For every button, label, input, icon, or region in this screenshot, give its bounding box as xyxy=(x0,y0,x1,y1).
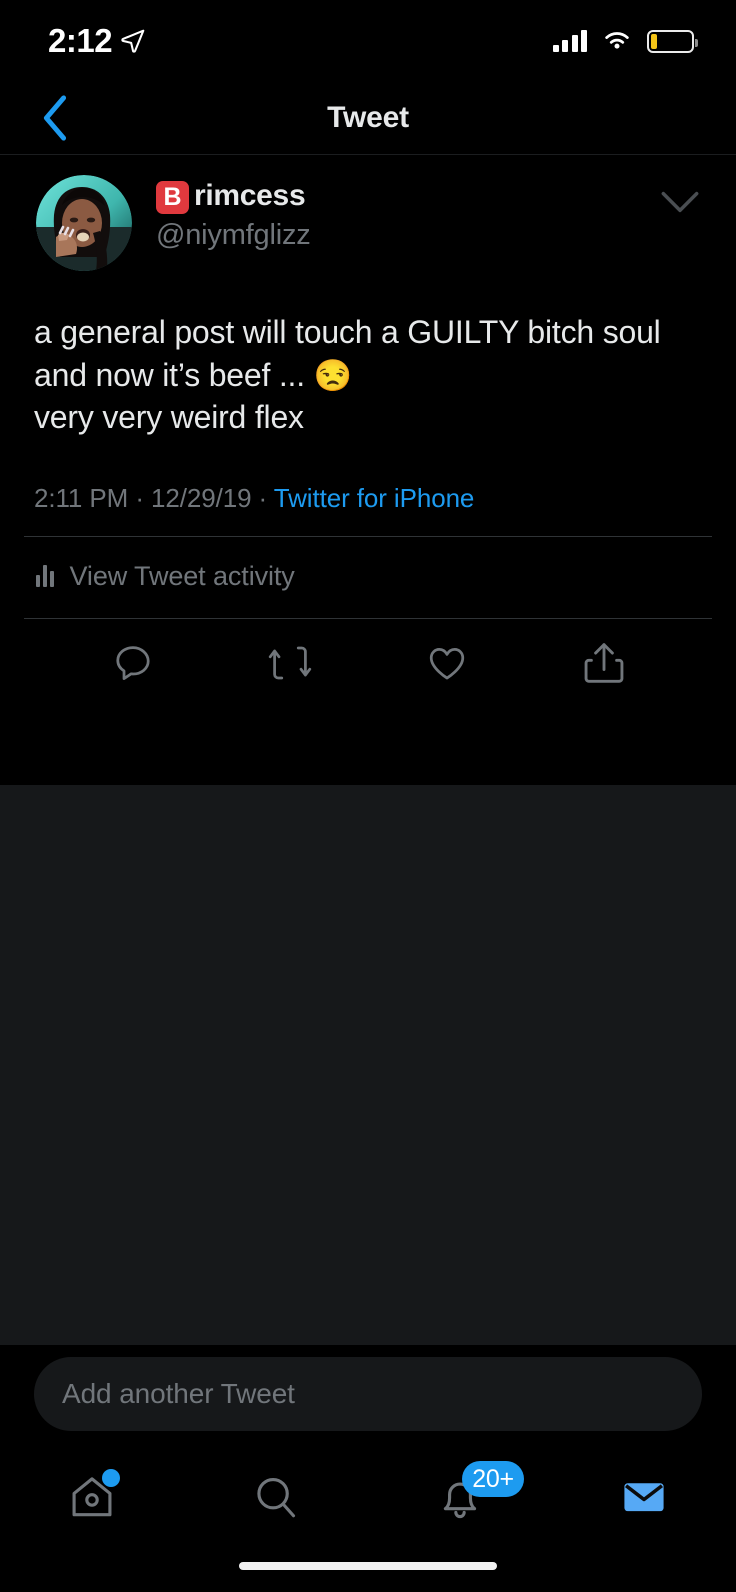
avatar-photo xyxy=(36,175,132,271)
notifications-count-badge: 20+ xyxy=(462,1461,524,1497)
status-bar-right xyxy=(552,29,698,53)
tweet-metadata: 2:11 PM · 12/29/19 · Twitter for iPhone xyxy=(0,439,736,536)
reply-button[interactable] xyxy=(54,635,211,691)
tweet-detail-card: B rimcess @niymfglizz a general post wil… xyxy=(0,155,736,713)
view-tweet-activity-label: View Tweet activity xyxy=(69,560,295,591)
avatar[interactable] xyxy=(36,175,132,271)
chevron-left-icon xyxy=(43,95,67,141)
tweet-action-bar xyxy=(0,619,736,713)
status-bar: 2:12 xyxy=(0,0,736,82)
compose-placeholder: Add another Tweet xyxy=(62,1378,295,1409)
bottom-tab-bar: 20+ xyxy=(0,1443,736,1551)
retweet-button[interactable] xyxy=(211,635,368,691)
display-name-row[interactable]: B rimcess xyxy=(156,179,660,214)
navigation-bar: Tweet xyxy=(0,82,736,154)
share-button[interactable] xyxy=(525,635,682,691)
cellular-signal-icon xyxy=(552,30,587,52)
share-icon xyxy=(584,642,623,683)
wifi-icon xyxy=(605,32,629,49)
page-title: Tweet xyxy=(327,101,409,134)
author-identity: B rimcess @niymfglizz xyxy=(156,175,660,252)
display-name: rimcess xyxy=(194,179,306,212)
add-another-tweet-input[interactable]: Add another Tweet xyxy=(34,1357,702,1431)
unamused-face-emoji: 😒 xyxy=(313,357,353,393)
retweet-icon xyxy=(268,646,311,680)
like-icon xyxy=(429,647,464,680)
tab-search[interactable] xyxy=(184,1457,368,1537)
meta-separator-1: · xyxy=(128,482,152,513)
home-unread-dot-badge xyxy=(102,1469,120,1487)
tab-home[interactable] xyxy=(0,1457,184,1537)
empty-replies-area xyxy=(0,785,736,1345)
b-button-emoji: B xyxy=(156,180,189,214)
tweet-source-link[interactable]: Twitter for iPhone xyxy=(274,483,475,513)
tweet-time: 2:11 PM xyxy=(34,482,129,513)
meta-separator-2: · xyxy=(251,482,274,513)
tweet-body: a general post will touch a GUILTY bitch… xyxy=(0,271,736,439)
tweet-detail-screen: 2:12 Tweet B rimcess @niymfglizz a gener… xyxy=(0,0,736,1592)
user-handle[interactable]: @niymfglizz xyxy=(156,219,660,252)
compose-bar: Add another Tweet xyxy=(0,1345,736,1443)
location-arrow-icon xyxy=(121,29,145,53)
back-button[interactable] xyxy=(26,89,84,147)
chevron-down-icon xyxy=(661,191,699,213)
tweet-date: 12/29/19 xyxy=(151,482,252,513)
tab-notifications[interactable]: 20+ xyxy=(368,1457,552,1537)
status-bar-left: 2:12 xyxy=(48,22,146,60)
envelope-icon xyxy=(624,1483,664,1512)
tab-messages[interactable] xyxy=(552,1457,736,1537)
home-indicator xyxy=(239,1562,497,1570)
tweet-author-row: B rimcess @niymfglizz xyxy=(0,155,736,271)
tweet-options-button[interactable] xyxy=(660,175,706,220)
reply-icon xyxy=(115,645,150,680)
battery-low-icon xyxy=(647,29,698,53)
view-tweet-activity-button[interactable]: View Tweet activity xyxy=(0,537,736,618)
tweet-text-line-2: very very weird flex xyxy=(34,399,304,436)
status-time: 2:12 xyxy=(48,22,113,59)
analytics-bars-icon xyxy=(36,565,54,588)
search-icon xyxy=(257,1477,296,1518)
like-button[interactable] xyxy=(368,635,525,691)
